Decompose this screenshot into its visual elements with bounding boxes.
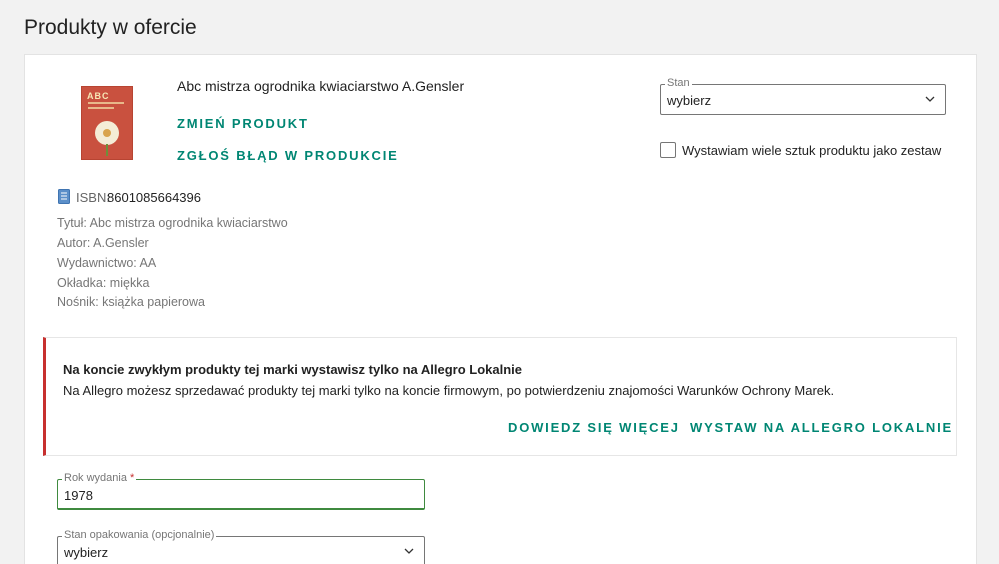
chevron-down-icon	[404, 548, 414, 554]
spec-medium: Nośnik: książka papierowa	[57, 295, 205, 309]
section-title: Produkty w ofercie	[24, 16, 197, 39]
alert-text: Na Allegro możesz sprzedawać produkty te…	[63, 383, 835, 398]
thumbnail-text: ABC	[87, 91, 110, 101]
isbn-label: ISBN:	[76, 190, 110, 205]
learn-more-link[interactable]: DOWIEDZ SIĘ WIĘCEJ	[508, 420, 680, 435]
list-on-allegro-local-link[interactable]: WYSTAW NA ALLEGRO LOKALNIE	[690, 420, 953, 435]
year-legend: Rok wydania *	[62, 472, 137, 484]
packaging-select[interactable]: Stan opakowania (opcjonalnie) wybierz	[57, 529, 425, 564]
flower-image	[95, 121, 119, 145]
brand-restriction-alert: Na koncie zwykłym produkty tej marki wys…	[43, 337, 957, 456]
condition-select[interactable]: Stan wybierz	[660, 77, 946, 115]
spec-author: Autor: A.Gensler	[57, 236, 149, 250]
product-card: ABC Abc mistrza ogrodnika kwiaciarstwo A…	[24, 54, 977, 564]
spec-title: Tytuł: Abc mistrza ogrodnika kwiaciarstw…	[57, 216, 288, 230]
change-product-link[interactable]: ZMIEŃ PRODUKT	[177, 116, 309, 131]
set-checkbox-label[interactable]: Wystawiam wiele sztuk produktu jako zest…	[682, 143, 941, 158]
isbn-value: 8601085664396	[107, 190, 201, 205]
product-thumbnail[interactable]: ABC	[82, 87, 132, 159]
condition-value: wybierz	[667, 93, 712, 108]
set-checkbox[interactable]	[660, 142, 676, 158]
spec-cover: Okładka: miękka	[57, 276, 150, 290]
required-mark: *	[130, 472, 135, 484]
report-error-link[interactable]: ZGŁOŚ BŁĄD W PRODUKCIE	[177, 148, 399, 163]
alert-title: Na koncie zwykłym produkty tej marki wys…	[63, 362, 522, 377]
year-value: 1978	[64, 488, 93, 503]
product-title: Abc mistrza ogrodnika kwiaciarstwo A.Gen…	[177, 78, 465, 94]
spec-publisher: Wydawnictwo: AA	[57, 256, 157, 270]
chevron-down-icon	[925, 96, 935, 102]
year-input[interactable]: Rok wydania * 1978	[57, 472, 425, 510]
packaging-value: wybierz	[64, 545, 109, 560]
condition-legend: Stan	[665, 77, 692, 89]
document-icon	[58, 189, 70, 204]
packaging-legend: Stan opakowania (opcjonalnie)	[62, 529, 217, 541]
